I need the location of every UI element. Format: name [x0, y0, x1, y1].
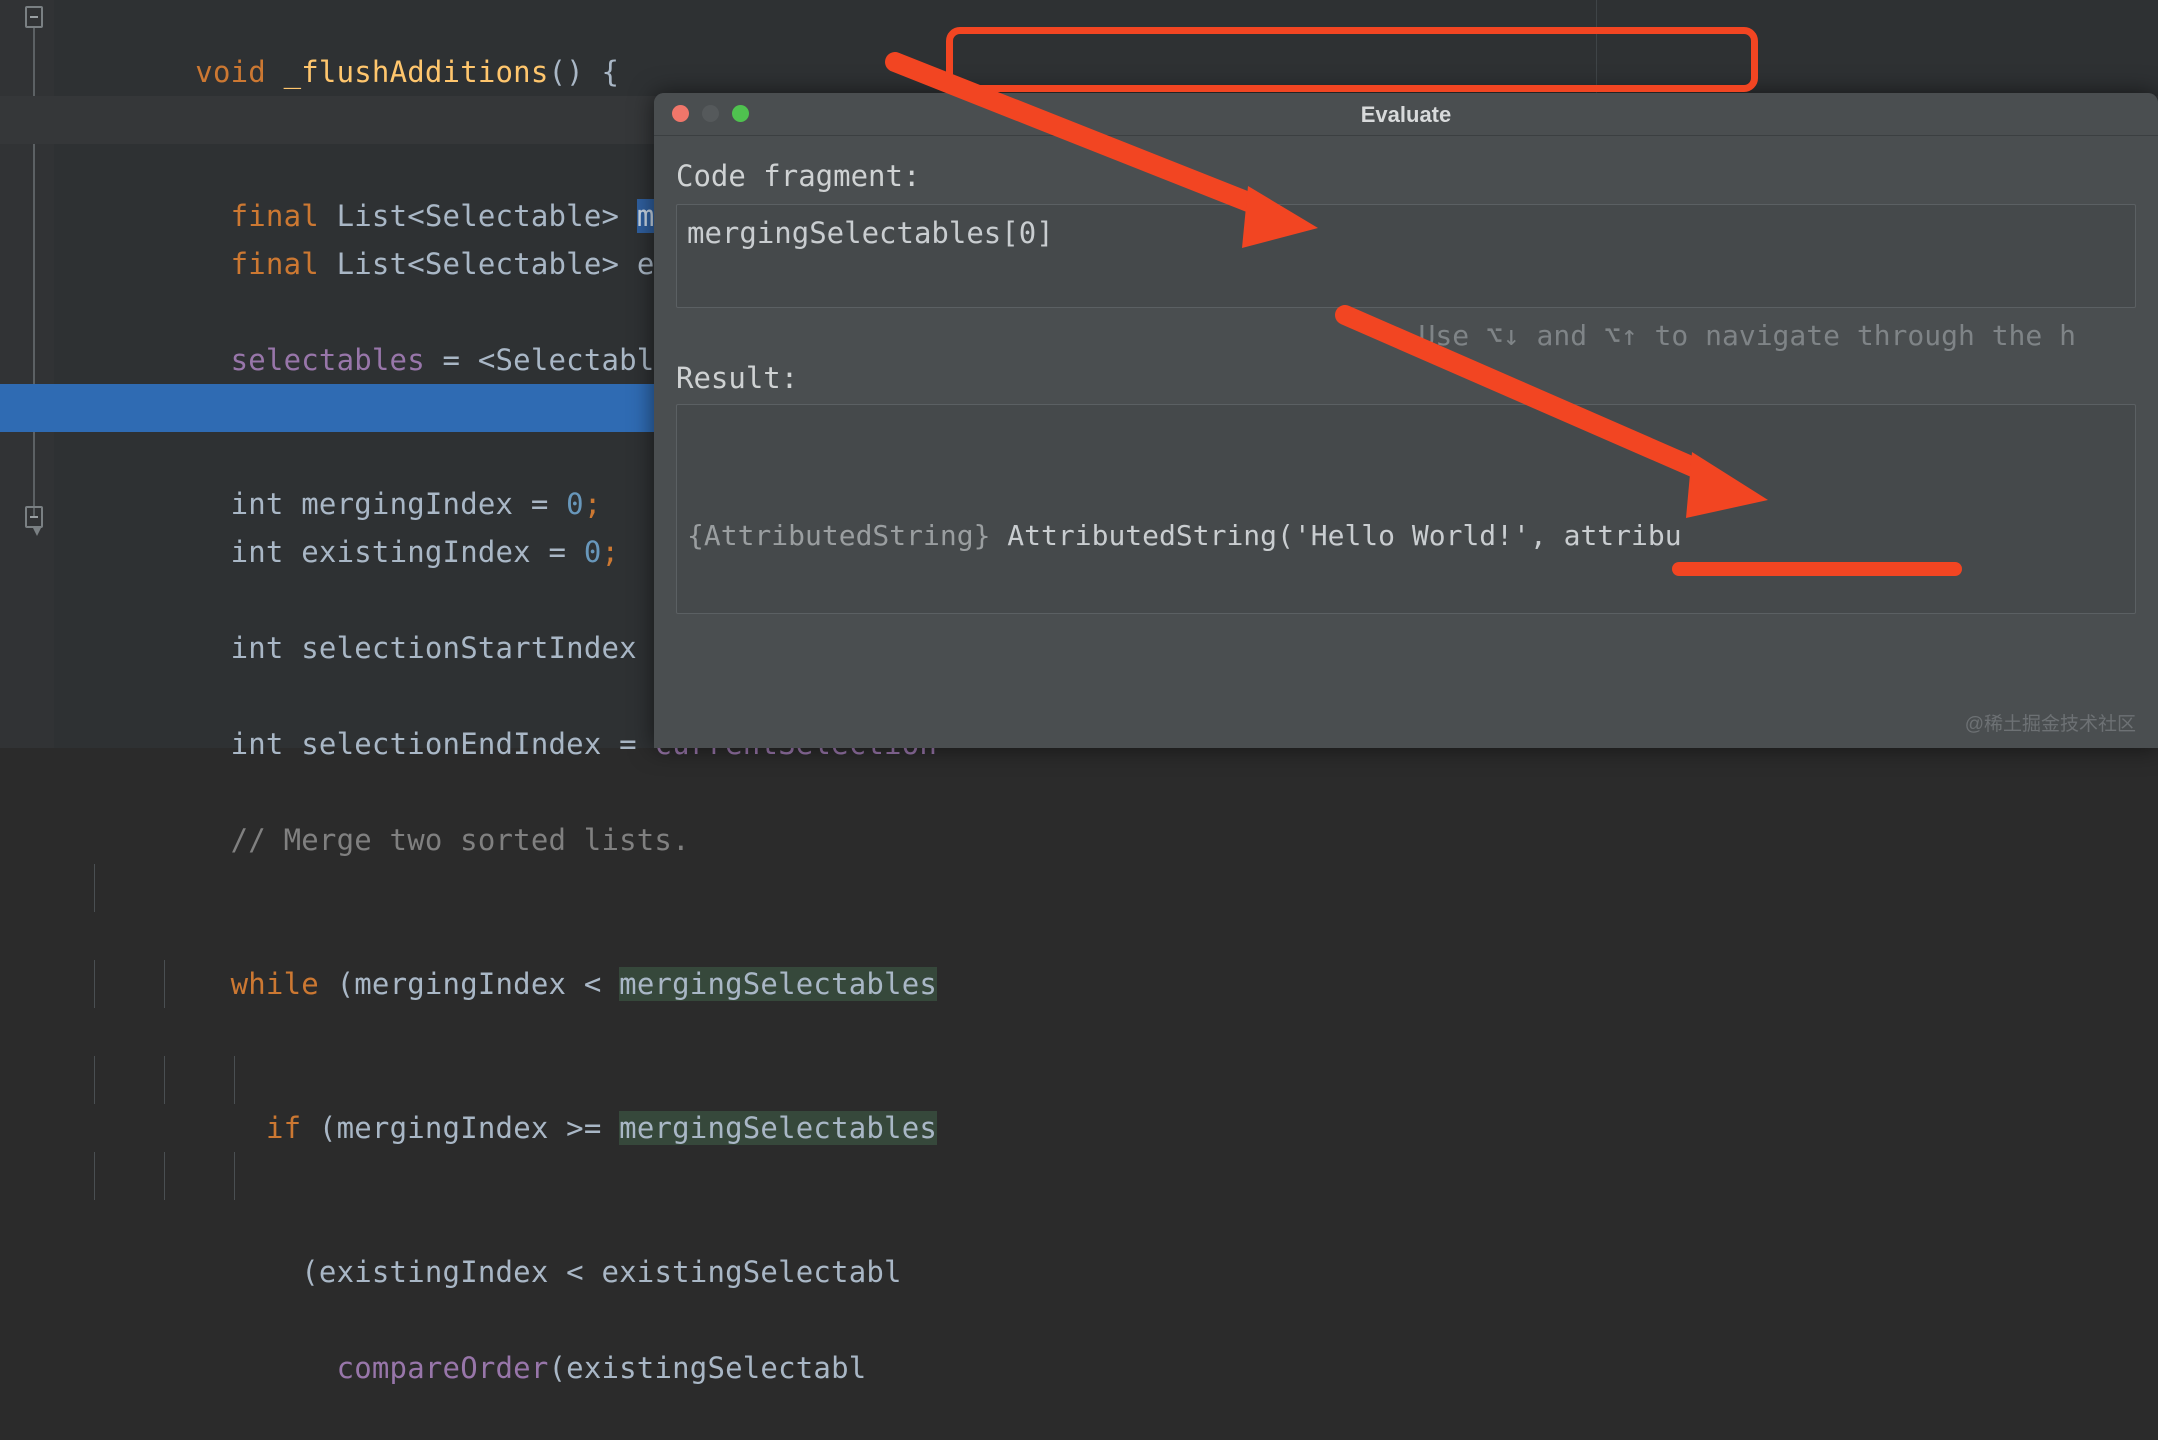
var-merging-index: mergingIndex — [301, 487, 514, 521]
code-fragment-label: Code fragment: — [676, 159, 921, 193]
keyword-while: while — [230, 967, 319, 1001]
occurrence-highlight-1: mergingSelectables — [619, 967, 938, 1001]
navigate-hint: Use ⌥↓ and ⌥↑ to navigate through the h — [1418, 319, 2076, 352]
result-row-1: {AttributedString} AttributedString('Hel… — [687, 511, 2125, 561]
type-list-selectable-2: List<Selectable> — [336, 247, 620, 281]
keyword-final-2: final — [230, 247, 319, 281]
keyword-int: int — [230, 487, 284, 521]
var-selection-end-index: selectionEndIndex — [301, 727, 602, 761]
code-fragment-text: mergingSelectables[0] — [687, 216, 1054, 250]
code-line-12[interactable]: (existingIndex < existingSelectabl — [54, 1056, 2158, 1289]
occurrence-highlight-2: mergingSelectables — [619, 1111, 938, 1145]
fold-collapse-icon-bottom[interactable] — [25, 506, 43, 536]
keyword-int-4: int — [230, 727, 284, 761]
var-merging-index-2: mergingIndex — [354, 967, 567, 1001]
type-list-selectable: List<Selectable> — [336, 199, 620, 233]
var-existing-index-2: existingIndex — [318, 1255, 549, 1289]
result-label: Result: — [676, 361, 799, 395]
call-compare-order: compareOrder — [336, 1351, 549, 1385]
code-line-9[interactable]: // Merge two sorted lists. — [54, 768, 2158, 857]
code-fragment-input[interactable]: mergingSelectables[0] — [676, 204, 2136, 308]
var-existing-selectabl-3: existingSelectabl — [566, 1351, 867, 1385]
result-output[interactable]: {AttributedString} AttributedString('Hel… — [676, 404, 2136, 614]
result-value-1: AttributedString('Hello World!', attribu — [990, 519, 1682, 552]
evaluate-dialog[interactable]: Evaluate Code fragment: mergingSelectabl… — [654, 93, 2158, 748]
literal-zero: 0 — [566, 487, 584, 521]
keyword-void: void — [195, 55, 266, 89]
keyword-final: final — [230, 199, 319, 233]
code-line-13[interactable]: compareOrder(existingSelectabl — [54, 1152, 2158, 1385]
comment-merge-lists: // Merge two sorted lists. — [230, 823, 690, 857]
watermark: @稀土掘金技术社区 — [1964, 714, 2136, 735]
keyword-int-2: int — [230, 535, 284, 569]
keyword-if: if — [265, 1111, 302, 1145]
keyword-int-3: int — [230, 631, 284, 665]
field-selectables: selectables — [230, 343, 425, 377]
dialog-title: Evaluate — [1360, 102, 1452, 127]
fold-collapse-icon-top[interactable] — [25, 6, 43, 28]
code-line-10[interactable]: while (mergingIndex < mergingSelectables — [54, 864, 2158, 1001]
result-type-badge: {AttributedString} — [687, 519, 991, 552]
function-name: _flushAdditions — [283, 55, 549, 89]
literal-zero-2: 0 — [583, 535, 602, 569]
var-selection-start-index: selectionStartIndex — [301, 631, 637, 665]
dialog-body: Code fragment: mergingSelectables[0] Use… — [654, 158, 2158, 614]
code-line-1[interactable]: void _flushAdditions() { — [54, 0, 2158, 89]
var-existing-index: existingIndex — [301, 535, 531, 569]
var-merging-index-3: mergingIndex — [336, 1111, 549, 1145]
dialog-titlebar[interactable]: Evaluate — [654, 93, 2158, 136]
var-existing-selectabl-2: existingSelectabl — [601, 1255, 902, 1289]
